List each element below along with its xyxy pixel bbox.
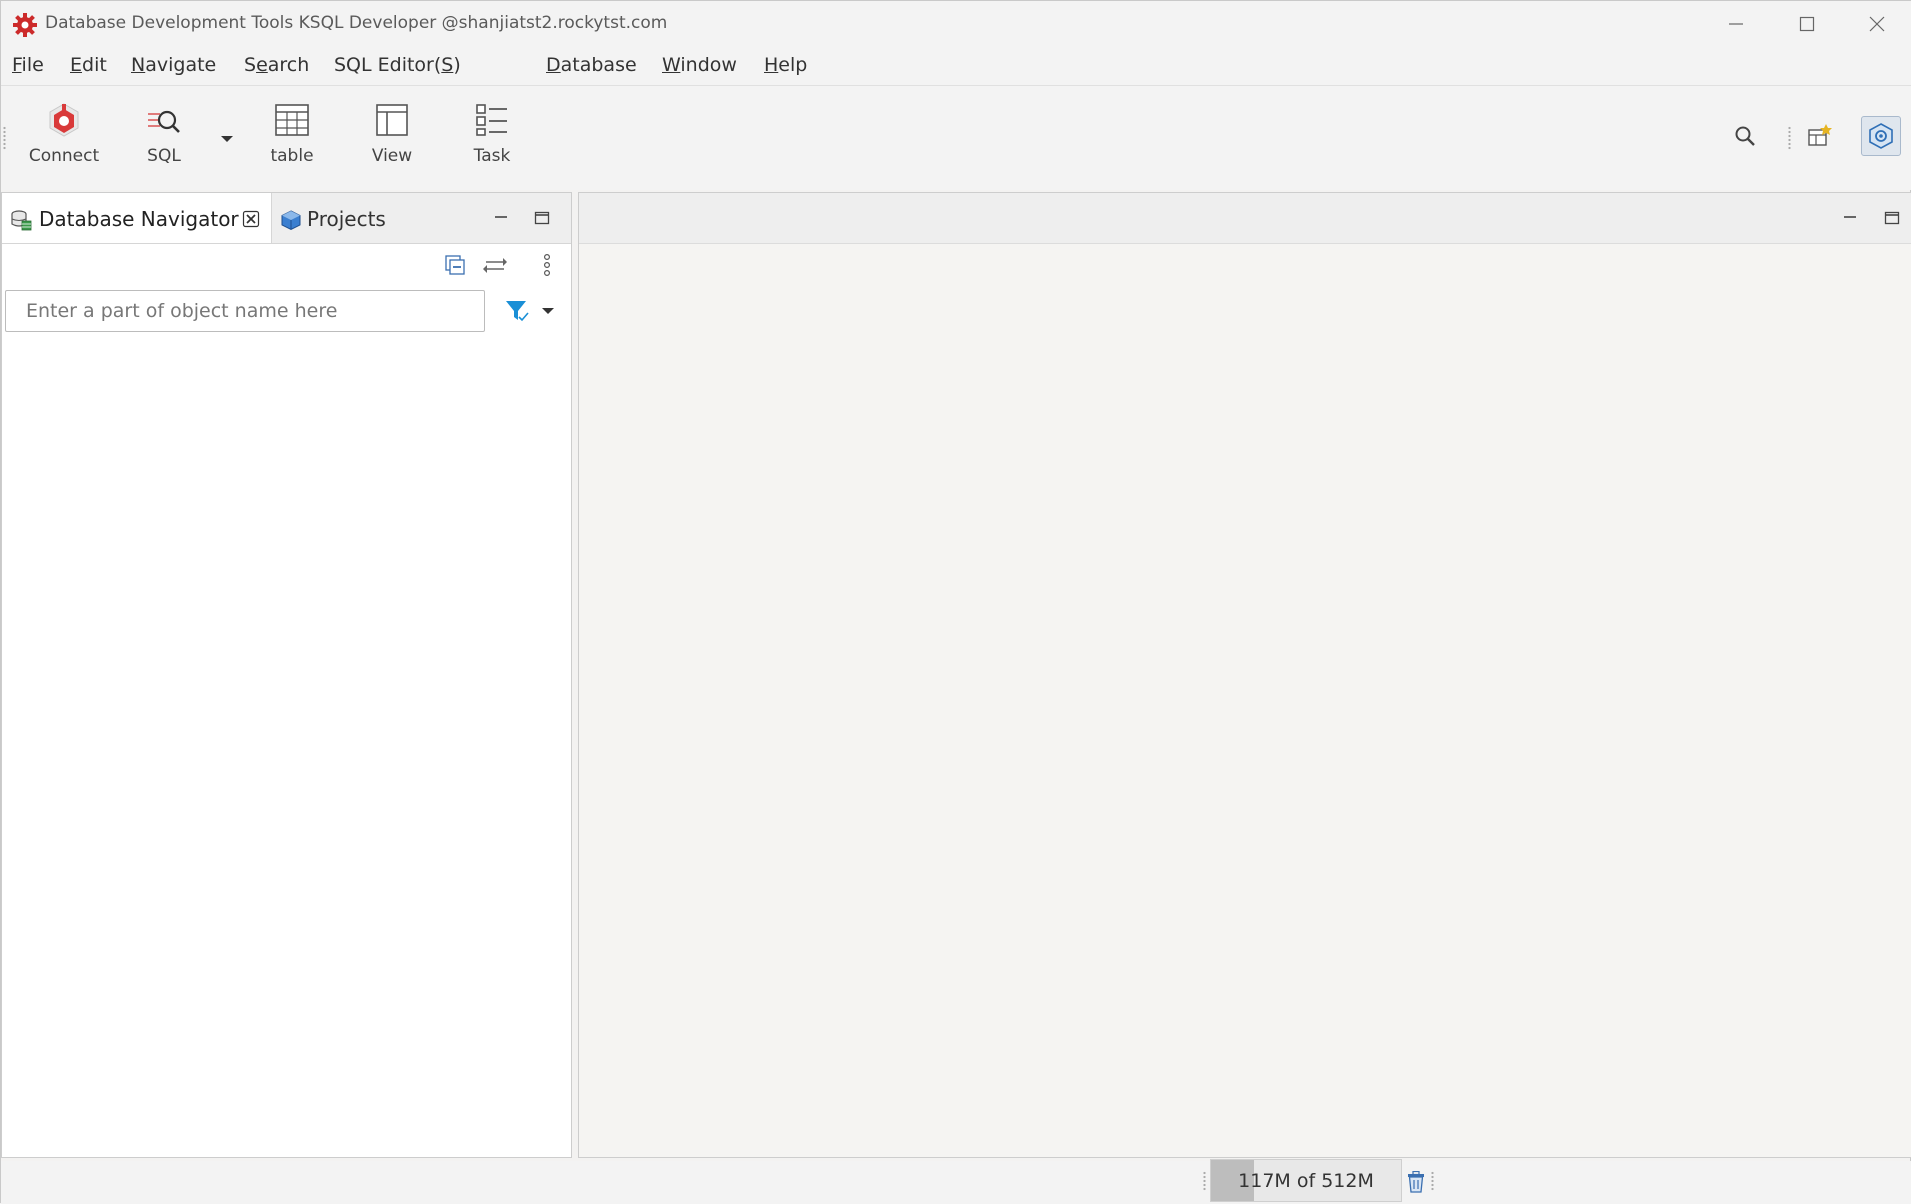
view-label: View bbox=[371, 146, 413, 166]
link-with-editor-button[interactable] bbox=[481, 251, 509, 279]
heap-status: 117M of 512M bbox=[1210, 1159, 1402, 1202]
open-perspective-icon bbox=[1808, 124, 1832, 146]
close-button[interactable] bbox=[1842, 1, 1911, 47]
open-perspective-button[interactable] bbox=[1799, 116, 1839, 156]
app-gear-icon bbox=[13, 13, 37, 37]
window-title: Database Development Tools KSQL Develope… bbox=[45, 13, 668, 33]
toolbar-grip[interactable] bbox=[3, 126, 6, 150]
menu-file[interactable]: File bbox=[12, 54, 44, 76]
object-name-filter-input[interactable] bbox=[6, 291, 484, 331]
collapse-all-button[interactable] bbox=[441, 251, 469, 279]
menu-navigate[interactable]: Navigate bbox=[131, 54, 216, 76]
view-menu-button[interactable] bbox=[533, 251, 561, 279]
database-perspective-button[interactable] bbox=[1861, 116, 1901, 156]
table-icon bbox=[275, 104, 309, 136]
minimize-icon bbox=[1844, 216, 1856, 218]
main-toolbar: Connect SQL table View Task bbox=[1, 86, 1911, 190]
view-button[interactable]: View bbox=[349, 100, 435, 182]
maximize-icon bbox=[1884, 211, 1900, 225]
editor-area bbox=[578, 192, 1911, 1158]
maximize-button[interactable] bbox=[1772, 1, 1842, 47]
table-label: table bbox=[270, 146, 314, 166]
chevron-down-icon bbox=[221, 136, 233, 142]
menu-edit[interactable]: Edit bbox=[70, 54, 107, 76]
minimize-icon bbox=[1729, 23, 1743, 25]
database-navigator-panel: Database Navigator Projects bbox=[1, 192, 572, 1158]
minimize-icon bbox=[495, 216, 507, 218]
run-gc-button[interactable] bbox=[1403, 1169, 1429, 1195]
table-button[interactable]: table bbox=[249, 100, 335, 182]
connect-icon bbox=[49, 103, 79, 137]
filter-icon bbox=[506, 301, 529, 322]
projects-icon bbox=[281, 210, 301, 231]
connect-button[interactable]: Connect bbox=[21, 100, 107, 182]
view-icon bbox=[376, 104, 408, 136]
maximize-icon bbox=[1799, 16, 1815, 32]
minimize-panel-button[interactable] bbox=[490, 207, 512, 229]
close-tab-icon[interactable] bbox=[242, 210, 260, 228]
left-panel-tab-strip: Database Navigator Projects bbox=[2, 193, 571, 244]
status-grip-left bbox=[1203, 1171, 1206, 1191]
tab-database-navigator[interactable]: Database Navigator bbox=[2, 193, 272, 243]
editor-tab-strip bbox=[579, 193, 1911, 244]
filter-dropdown-button[interactable] bbox=[540, 303, 556, 319]
minimize-editor-button[interactable] bbox=[1839, 207, 1861, 229]
menu-bar: File Edit Navigate Search SQL Editor(S) … bbox=[1, 47, 1911, 85]
collapse-all-icon bbox=[445, 255, 465, 275]
menu-sql-editor[interactable]: SQL Editor(S) bbox=[334, 54, 461, 76]
link-arrows-icon bbox=[483, 258, 507, 273]
menu-database[interactable]: Database bbox=[546, 54, 637, 76]
database-perspective-icon bbox=[1869, 123, 1893, 149]
task-label: Task bbox=[473, 146, 511, 166]
database-navigator-icon bbox=[11, 210, 32, 231]
status-bar bbox=[1, 1161, 1911, 1204]
minimize-button[interactable] bbox=[1701, 1, 1771, 47]
status-grip-right bbox=[1431, 1171, 1434, 1191]
menu-window[interactable]: Window bbox=[662, 54, 737, 76]
object-name-filter[interactable] bbox=[5, 290, 485, 332]
task-list-icon bbox=[476, 104, 507, 136]
sql-label: SQL bbox=[147, 146, 181, 166]
search-icon bbox=[1735, 126, 1755, 146]
sql-search-icon bbox=[148, 110, 180, 133]
menu-help[interactable]: Help bbox=[764, 54, 807, 76]
kebab-menu-icon bbox=[543, 253, 551, 277]
tab-database-navigator-label: Database Navigator bbox=[39, 207, 239, 231]
title-bar: Database Development Tools KSQL Develope… bbox=[1, 1, 1911, 47]
trash-icon bbox=[1408, 1171, 1424, 1193]
tab-projects[interactable]: Projects bbox=[272, 193, 472, 243]
heap-usage-text: 117M of 512M bbox=[1238, 1169, 1374, 1192]
global-search-button[interactable] bbox=[1725, 116, 1765, 156]
sql-button[interactable]: SQL bbox=[121, 100, 207, 182]
task-button[interactable]: Task bbox=[449, 100, 535, 182]
app-window: Database Development Tools KSQL Develope… bbox=[0, 0, 1911, 1204]
filter-config-button[interactable] bbox=[502, 296, 532, 326]
maximize-panel-button[interactable] bbox=[531, 207, 553, 229]
sql-dropdown-button[interactable] bbox=[219, 131, 235, 147]
maximize-editor-button[interactable] bbox=[1881, 207, 1903, 229]
chevron-down-icon bbox=[542, 308, 554, 314]
connect-label: Connect bbox=[28, 146, 100, 166]
tab-projects-label: Projects bbox=[307, 207, 386, 231]
menu-search[interactable]: Search bbox=[244, 54, 309, 76]
maximize-icon bbox=[534, 211, 550, 225]
close-icon bbox=[1869, 16, 1885, 32]
toolbar-separator bbox=[1788, 126, 1791, 150]
